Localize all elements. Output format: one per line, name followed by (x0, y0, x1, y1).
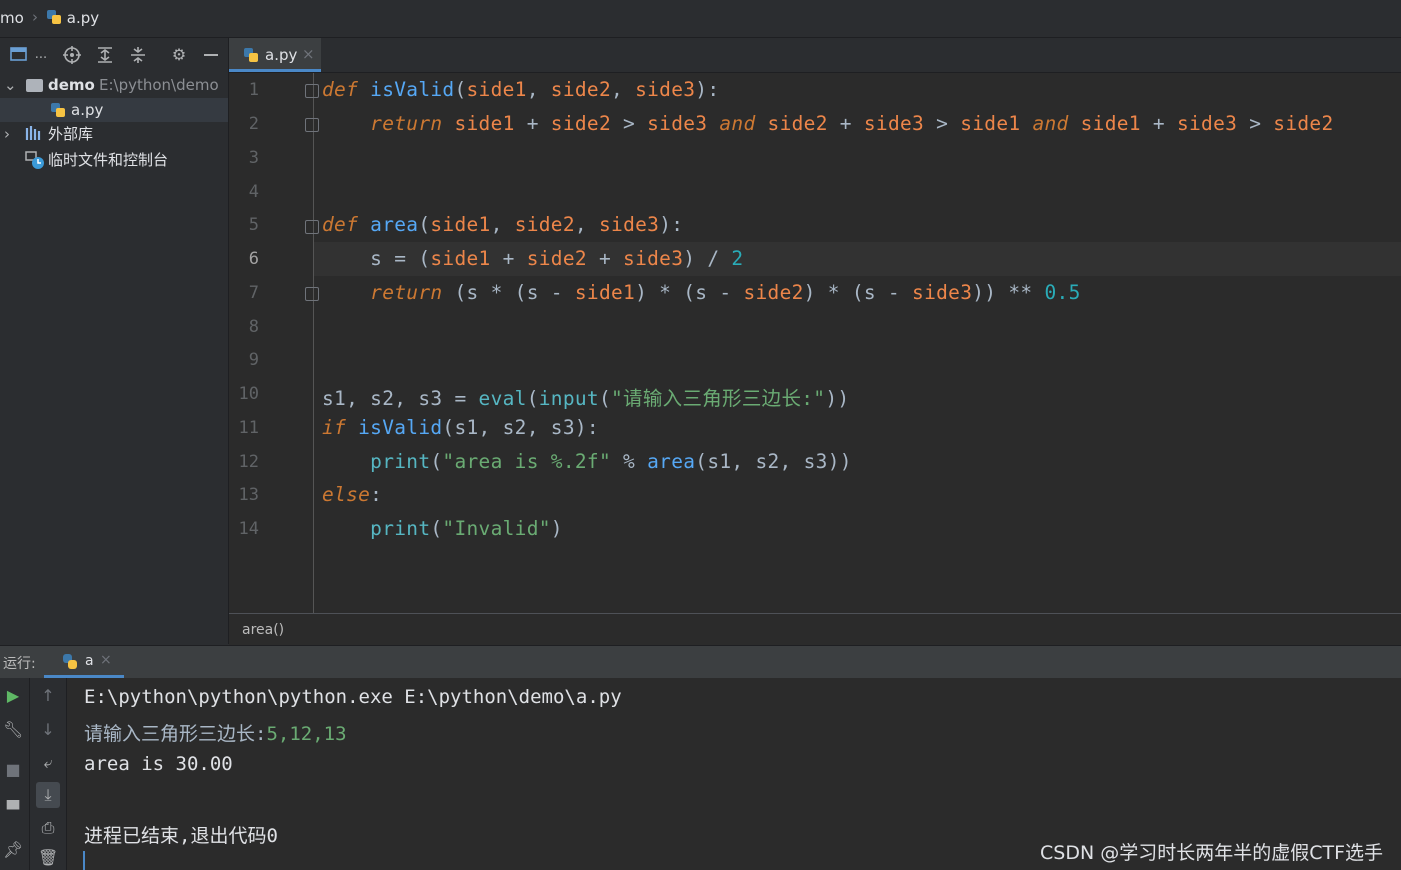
tab-active-indicator (229, 69, 321, 72)
code-line: else: (322, 483, 383, 506)
line-number: 14 (238, 519, 259, 539)
fold-marker-icon[interactable] (305, 287, 319, 301)
chevron-down-icon: ⌄ (4, 76, 17, 94)
tree-item-a-py[interactable]: a.py (0, 98, 228, 122)
collapse-all-icon[interactable] (129, 46, 147, 64)
chevron-right-icon: › (4, 125, 10, 143)
breadcrumb-file-label: a.py (66, 9, 100, 27)
minimize-icon[interactable] (202, 46, 220, 64)
tab-a-py[interactable]: a.py × (229, 38, 321, 72)
line-number: 9 (248, 350, 259, 370)
watermark-text: CSDN @学习时长两年半的虚假CTF选手 (1040, 842, 1384, 864)
project-panel: ... ⚙ ⌄ demo E:\python\demo a.py › 外部库 临… (0, 38, 229, 644)
fold-marker-icon[interactable] (305, 118, 319, 132)
text-cursor (83, 851, 85, 870)
library-icon (25, 122, 43, 151)
console-actions-toolbar: ↑ ↓ ⤶ ⤓ ⎙ 🗑︎ (30, 678, 67, 870)
breadcrumb-file[interactable]: a.py (46, 9, 99, 27)
scratches-icon (25, 150, 45, 177)
tree-item-label: 临时文件和控制台 (48, 151, 169, 169)
tree-item-label: demo (48, 76, 95, 94)
run-actions-toolbar: ▶ 🔧︎ ■ ▀ 📌︎ (0, 678, 30, 870)
code-line: return side1 + side2 > side3 and side2 +… (370, 112, 1334, 135)
tree-item-path: E:\python\demo (99, 76, 219, 94)
stop-icon[interactable]: ■ (3, 760, 23, 779)
navigation-breadcrumb: mo › a.py (0, 0, 1401, 38)
breadcrumb-function[interactable]: area() (242, 622, 284, 638)
python-file-icon (50, 102, 66, 118)
python-file-icon (243, 47, 259, 63)
fold-marker-icon[interactable] (305, 84, 319, 98)
tree-item-external-libraries[interactable]: › 外部库 (0, 122, 228, 146)
print-icon[interactable]: ⎙ (38, 818, 58, 838)
python-icon (61, 653, 79, 675)
layout-icon[interactable]: ▀ (3, 800, 23, 819)
code-line: print("area is %.2f" % area(s1, s2, s3)) (370, 450, 852, 473)
scroll-down-icon[interactable]: ↓ (38, 720, 58, 739)
project-toolbar: ... ⚙ (0, 38, 228, 72)
pin-icon[interactable]: 📌︎ (3, 840, 23, 859)
code-line: def area(side1, side2, side3): (322, 213, 684, 236)
code-line: s1, s2, s3 = eval(input("请输入三角形三边长:")) (322, 387, 850, 410)
tree-item-demo[interactable]: ⌄ demo E:\python\demo (0, 73, 228, 97)
code-editor[interactable]: 1 2 3 4 5 6 7 8 9 10 11 12 13 14 def isV… (229, 73, 1401, 613)
run-tab-label: a (85, 653, 94, 669)
line-number: 3 (248, 148, 259, 168)
folder-icon (26, 79, 43, 92)
soft-wrap-icon[interactable]: ⤶ (38, 753, 58, 773)
code-line: def isValid(side1, side2, side3): (322, 78, 720, 101)
console-line-exit: 进程已结束,退出代码0 (84, 825, 278, 847)
run-label: 运行: (3, 656, 36, 672)
console-line-prompt: 请输入三角形三边长:5,12,13 (84, 719, 347, 746)
gear-icon[interactable]: ⚙ (170, 46, 188, 64)
run-tool-window-header: 运行: a × (0, 645, 1401, 678)
run-tab-a[interactable]: a × (44, 646, 124, 678)
expand-all-icon[interactable] (96, 46, 114, 64)
fold-marker-icon[interactable] (305, 220, 319, 234)
edit-config-icon[interactable]: 🔧︎ (3, 720, 23, 739)
tree-item-scratches[interactable]: 临时文件和控制台 (0, 148, 228, 172)
code-line: print("Invalid") (370, 517, 563, 540)
line-number: 11 (238, 418, 259, 438)
scroll-up-icon[interactable]: ↑ (38, 686, 58, 705)
console-line-result: area is 30.00 (84, 753, 233, 775)
line-number: 4 (248, 182, 259, 202)
line-number: 10 (238, 384, 259, 404)
editor-breadcrumb-bar: area() (229, 613, 1401, 645)
code-line: s = (side1 + side2 + side3) / 2 (322, 247, 744, 270)
code-line: return (s * (s - side1) * (s - side2) * … (370, 281, 1081, 304)
console-prompt-text: 请输入三角形三边长: (84, 723, 267, 745)
scroll-to-end-icon[interactable]: ⤓ (36, 782, 60, 808)
line-number: 12 (238, 452, 259, 472)
tab-close-icon[interactable]: × (302, 45, 315, 63)
line-number: 8 (248, 317, 259, 337)
python-file-icon (46, 9, 62, 25)
line-number: 6 (248, 249, 259, 269)
line-number: 5 (248, 215, 259, 235)
view-options-ellipsis[interactable]: ... (32, 46, 50, 64)
code-line: if isValid(s1, s2, s3): (322, 416, 599, 439)
line-number: 1 (248, 80, 259, 100)
breadcrumb-chevron-icon: › (32, 8, 38, 26)
tree-item-label: a.py (71, 101, 104, 119)
editor-tab-bar: a.py × (229, 38, 1401, 73)
breadcrumb-project[interactable]: mo (0, 9, 24, 27)
line-number: 13 (238, 485, 259, 505)
trash-icon[interactable]: 🗑︎ (38, 848, 58, 867)
console-user-input: 5,12,13 (266, 723, 347, 745)
project-view-icon[interactable] (10, 46, 28, 64)
line-number: 2 (248, 114, 259, 134)
locate-icon[interactable] (63, 46, 81, 64)
rerun-icon[interactable]: ▶ (3, 686, 23, 705)
tab-label: a.py (265, 46, 298, 64)
tree-item-label: 外部库 (48, 125, 94, 143)
console-line-command: E:\python\python\python.exe E:\python\de… (84, 686, 622, 708)
run-tab-close-icon[interactable]: × (100, 652, 112, 668)
line-number: 7 (248, 283, 259, 303)
